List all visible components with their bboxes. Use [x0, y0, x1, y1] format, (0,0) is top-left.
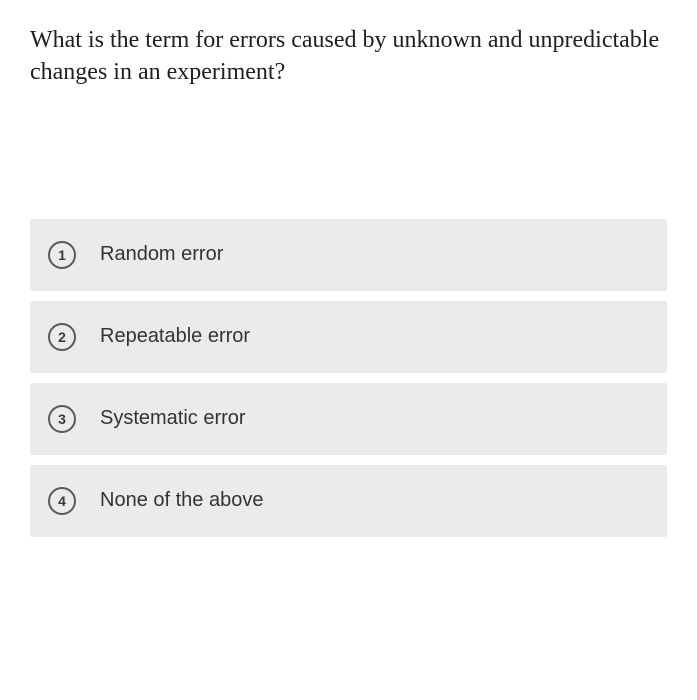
option-1[interactable]: 1 Random error: [30, 219, 667, 291]
option-3[interactable]: 3 Systematic error: [30, 383, 667, 455]
options-list: 1 Random error 2 Repeatable error 3 Syst…: [30, 219, 667, 537]
option-number-badge: 2: [48, 323, 76, 351]
question-text: What is the term for errors caused by un…: [30, 24, 667, 89]
option-2[interactable]: 2 Repeatable error: [30, 301, 667, 373]
option-label: Random error: [100, 243, 223, 266]
option-label: Repeatable error: [100, 325, 250, 348]
option-label: Systematic error: [100, 407, 246, 430]
option-label: None of the above: [100, 489, 263, 512]
option-4[interactable]: 4 None of the above: [30, 465, 667, 537]
option-number-badge: 3: [48, 405, 76, 433]
option-number-badge: 4: [48, 487, 76, 515]
option-number-badge: 1: [48, 241, 76, 269]
